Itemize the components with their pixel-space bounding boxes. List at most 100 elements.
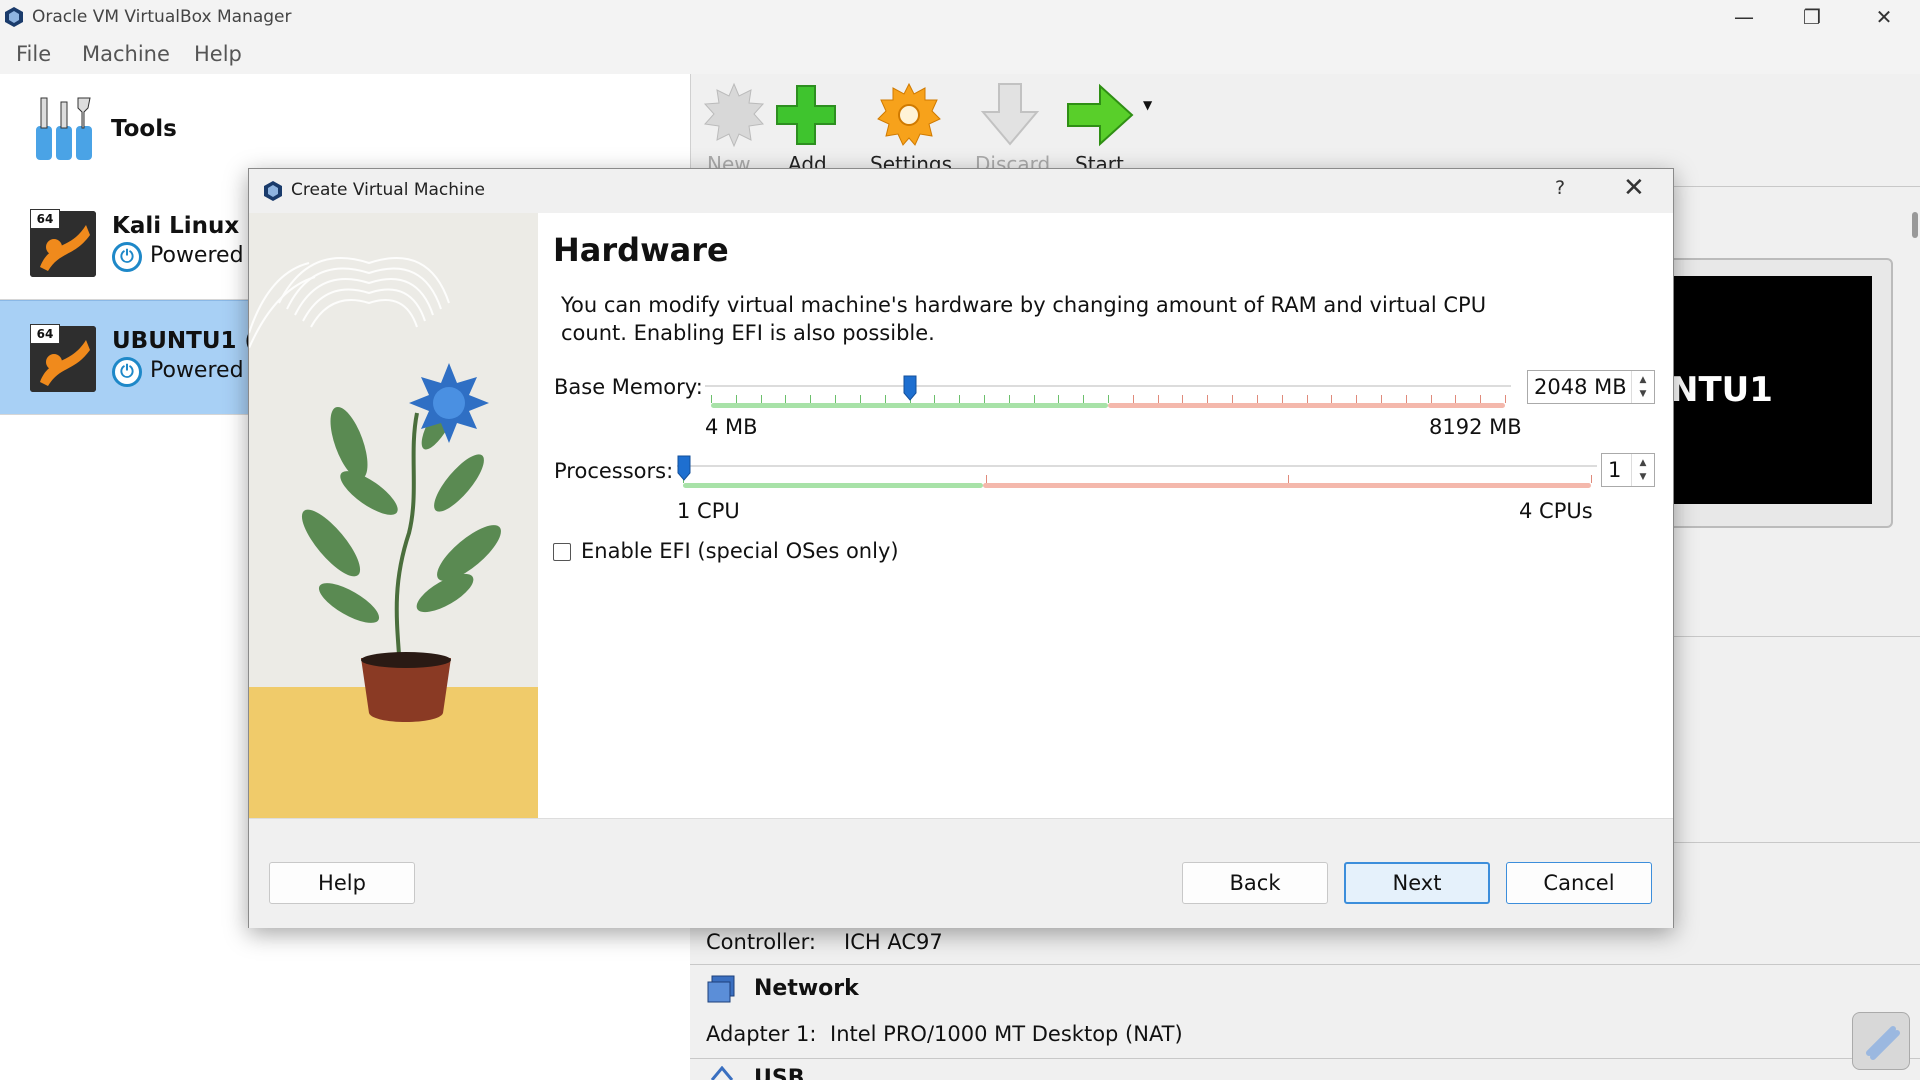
- slider-tick: [735, 395, 737, 403]
- slider-tick: [785, 395, 787, 403]
- usb-section-title[interactable]: USB: [754, 1066, 804, 1080]
- controller-value: ICH AC97: [844, 930, 943, 954]
- spin-arrows-icon[interactable]: ▲ ▼: [1631, 371, 1654, 403]
- slider-tick: [884, 395, 886, 403]
- menu-help[interactable]: Help: [194, 42, 242, 66]
- controller-label: Controller:: [706, 930, 817, 954]
- network-section-title[interactable]: Network: [754, 976, 859, 1001]
- discard-arrow-icon: [980, 83, 1040, 146]
- processors-max-label: 4 CPUs: [1519, 499, 1593, 523]
- menu-machine[interactable]: Machine: [82, 42, 170, 66]
- settings-gear-icon: [877, 82, 941, 146]
- spin-arrows-icon[interactable]: ▲ ▼: [1631, 454, 1654, 486]
- menu-bar: File Machine Help: [0, 34, 1920, 74]
- enable-efi-label[interactable]: Enable EFI (special OSes only): [581, 539, 899, 563]
- restore-icon[interactable]: ❐: [1778, 0, 1846, 34]
- processors-slider-handle[interactable]: [677, 455, 691, 485]
- slider-tick: [1157, 395, 1159, 403]
- plant-illustration: [249, 213, 538, 818]
- usb-icon: [710, 1066, 734, 1080]
- base-memory-spinbox[interactable]: 2048 MB ▲ ▼: [1527, 370, 1655, 404]
- scrollbar-thumb[interactable]: [1912, 212, 1918, 238]
- divider: [690, 964, 1920, 965]
- cancel-button[interactable]: Cancel: [1506, 862, 1652, 904]
- processors-label: Processors:: [554, 459, 674, 483]
- page-description: You can modify virtual machine's hardwar…: [561, 293, 1487, 345]
- slider-tick: [1331, 395, 1333, 403]
- slider-tick: [1405, 395, 1407, 403]
- 64-bit-badge: 64: [30, 209, 60, 229]
- enable-efi-checkbox[interactable]: [553, 543, 571, 561]
- slider-tick: [1281, 395, 1283, 403]
- slider-tick: [1430, 395, 1432, 403]
- memory-max-label: 8192 MB: [1429, 415, 1522, 439]
- new-icon: [703, 82, 765, 148]
- virtualbox-logo-icon: [264, 181, 282, 201]
- page-title: Hardware: [553, 231, 729, 269]
- adapter-value: Intel PRO/1000 MT Desktop (NAT): [830, 1022, 1183, 1046]
- base-memory-slider-handle[interactable]: [903, 375, 917, 405]
- slider-tick: [1480, 395, 1482, 403]
- menu-file[interactable]: File: [16, 42, 51, 66]
- slider-tick: [1083, 395, 1085, 403]
- divider: [1672, 842, 1920, 843]
- dialog-title: Create Virtual Machine: [291, 180, 486, 200]
- slider-tick: [959, 395, 961, 403]
- help-button[interactable]: Help: [269, 862, 415, 904]
- virtualbox-logo-icon: [5, 7, 23, 27]
- slider-tick: [1455, 395, 1457, 403]
- base-memory-value[interactable]: 2048 MB: [1528, 375, 1631, 399]
- divider: [690, 1058, 1920, 1059]
- slider-tick: [1182, 395, 1184, 403]
- slider-tick: [1008, 395, 1010, 403]
- window-title: Oracle VM VirtualBox Manager: [32, 7, 292, 27]
- slider-tick: [1306, 395, 1308, 403]
- slider-tick: [1380, 395, 1382, 403]
- minimize-icon[interactable]: —: [1710, 0, 1778, 34]
- slider-tick: [859, 395, 861, 403]
- processors-slider[interactable]: [677, 455, 1597, 493]
- slider-tick: [1033, 395, 1035, 403]
- slider-tick: [1505, 395, 1506, 403]
- divider: [1672, 636, 1920, 637]
- slider-tick: [810, 395, 812, 403]
- overlay-widget-icon[interactable]: [1852, 1012, 1910, 1070]
- dialog-titlebar: Create Virtual Machine ? ✕: [249, 169, 1673, 211]
- powered-off-icon: ⏻: [112, 242, 142, 272]
- vm-name: Kali Linux: [112, 213, 240, 239]
- memory-min-label: 4 MB: [705, 415, 758, 439]
- help-icon[interactable]: ?: [1555, 177, 1565, 199]
- slider-tick: [985, 475, 987, 483]
- close-icon[interactable]: ✕: [1623, 173, 1645, 203]
- slider-tick: [835, 395, 837, 403]
- preview-text: NTU1: [1670, 370, 1773, 410]
- 64-bit-badge: 64: [30, 324, 60, 344]
- slider-tick: [1207, 395, 1209, 403]
- slider-tick: [1232, 395, 1234, 403]
- close-icon[interactable]: ✕: [1850, 0, 1918, 34]
- slider-tick: [1058, 395, 1060, 403]
- network-icon: [707, 975, 735, 1003]
- slider-tick: [1108, 395, 1109, 403]
- processors-min-label: 1 CPU: [677, 499, 740, 523]
- processors-value[interactable]: 1: [1602, 458, 1631, 482]
- slider-tick: [760, 395, 762, 403]
- processors-spinbox[interactable]: 1 ▲ ▼: [1601, 453, 1655, 487]
- slider-tick: [711, 395, 712, 403]
- add-icon: [776, 85, 836, 145]
- slider-tick: [934, 395, 936, 403]
- window-titlebar: Oracle VM VirtualBox Manager — ❐ ✕: [0, 0, 1920, 34]
- slider-tick: [1132, 395, 1134, 403]
- start-arrow-icon: [1067, 83, 1134, 147]
- tools-label: Tools: [111, 116, 177, 142]
- back-button[interactable]: Back: [1182, 862, 1328, 904]
- base-memory-slider[interactable]: [705, 375, 1511, 413]
- tools-icon: [36, 97, 92, 160]
- slider-tick: [1256, 395, 1258, 403]
- slider-tick: [983, 395, 985, 403]
- start-dropdown-icon[interactable]: ▼: [1143, 98, 1152, 112]
- slider-tick: [1356, 395, 1358, 403]
- slider-tick: [1288, 475, 1290, 483]
- adapter-label: Adapter 1:: [706, 1022, 817, 1046]
- next-button[interactable]: Next: [1344, 862, 1490, 904]
